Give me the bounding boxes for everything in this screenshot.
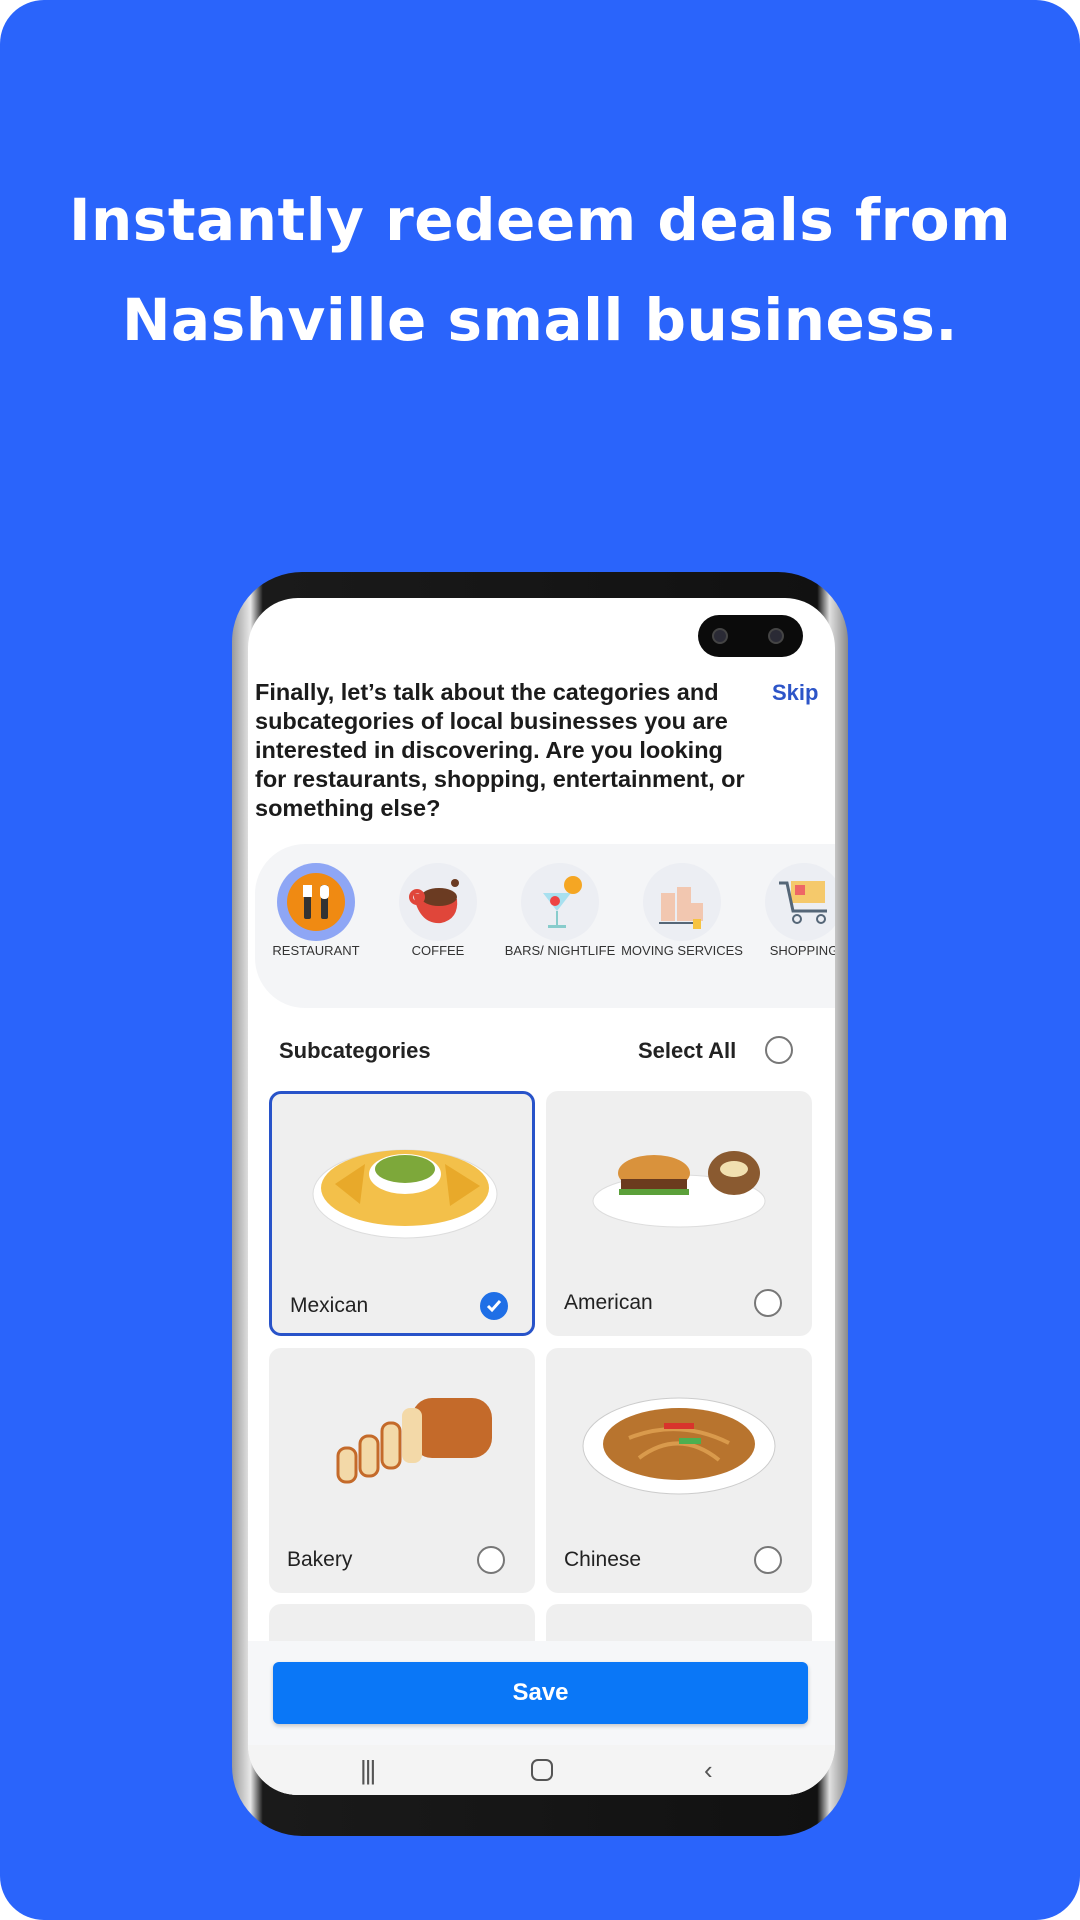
restaurant-icon [277, 863, 355, 941]
recent-apps-icon[interactable]: ||| [360, 1755, 376, 1786]
select-all-radio[interactable] [765, 1036, 793, 1064]
unchecked-radio[interactable] [477, 1546, 505, 1574]
phone-screen: Finally, let’s talk about the categories… [248, 598, 835, 1795]
select-all-label[interactable]: Select All [638, 1038, 736, 1064]
shopping-cart-icon [765, 863, 835, 941]
subcategory-card-bakery[interactable]: Bakery [269, 1348, 535, 1593]
category-label: SHOPPING [769, 943, 835, 958]
android-nav-bar: ||| ‹ [248, 1745, 835, 1795]
american-food-image [592, 1151, 766, 1228]
category-label: RESTAURANT [272, 943, 360, 958]
subcategory-name: Mexican [290, 1294, 369, 1317]
subcategory-name: Chinese [564, 1548, 642, 1571]
unchecked-radio[interactable] [754, 1546, 782, 1574]
home-icon[interactable] [531, 1759, 553, 1781]
category-label: COFFEE [411, 943, 465, 958]
chinese-food-image [582, 1397, 776, 1495]
subcategory-name: American [564, 1291, 653, 1314]
headline-line-1: Instantly redeem deals from [68, 186, 1012, 254]
back-icon[interactable]: ‹ [704, 1755, 713, 1786]
skip-button[interactable]: Skip [772, 680, 818, 706]
bakery-image [336, 1398, 492, 1484]
mexican-food-image [312, 1149, 498, 1239]
unchecked-radio[interactable] [754, 1289, 782, 1317]
moving-icon [643, 863, 721, 941]
category-carousel[interactable]: RESTAURANT COFFEE BARS/ NIGHTLIFE MOVING… [255, 844, 835, 1008]
coffee-icon [399, 863, 477, 941]
category-label: MOVING SERVICES [621, 943, 743, 958]
category-label: BARS/ NIGHTLIFE [504, 943, 616, 958]
subcategory-card-chinese[interactable]: Chinese [546, 1348, 812, 1593]
camera-cutout [698, 615, 803, 657]
checked-icon[interactable] [480, 1292, 508, 1320]
headline-line-2: Nashville small business. [122, 286, 958, 354]
cocktail-icon [521, 863, 599, 941]
subcategory-card-mexican[interactable]: Mexican [269, 1091, 535, 1336]
subcategory-name: Bakery [287, 1548, 353, 1571]
subcategories-title: Subcategories [279, 1038, 431, 1063]
onboarding-question: Finally, let’s talk about the categories… [255, 679, 745, 821]
save-button[interactable]: Save [273, 1662, 808, 1724]
subcategory-card-american[interactable]: American [546, 1091, 812, 1336]
